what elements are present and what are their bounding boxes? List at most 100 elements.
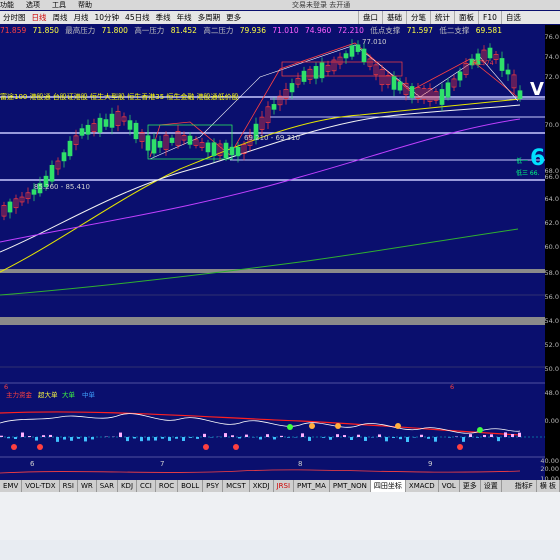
period-daily[interactable]: 日线 [29,12,50,23]
candle-body [187,135,193,145]
tab-more[interactable]: 更多 [460,480,481,492]
indicator-bar [175,437,178,439]
tab-indicator-f[interactable]: 指标F [512,480,537,492]
tab-mcst[interactable]: MCST [223,480,250,492]
indicator-bar [140,437,143,442]
indicator-bar [154,437,157,441]
indicator-bar [77,437,80,439]
tab-psy[interactable]: PSY [203,480,224,492]
y-tick: 56.0 [544,293,559,301]
period-year[interactable]: 年线 [174,12,195,23]
candle-body [103,119,109,127]
tool-watchlist[interactable]: 自选 [500,11,525,24]
tab-vol-tdx[interactable]: VOL-TDX [22,480,60,492]
tab-pmt-non[interactable]: PMT_NON [330,480,371,492]
tab-emv[interactable]: EMV [0,480,23,492]
trade-status[interactable]: 交易未登录 去开通 [292,0,350,10]
ind-red-line [0,411,521,436]
tab-rsi[interactable]: RSI [60,480,78,492]
period-45day[interactable]: 45日线 [122,12,153,23]
indicator-bar [399,437,402,440]
tool-stats[interactable]: 统计 [430,11,454,24]
tab-jrsi[interactable]: JRSI [274,480,295,492]
info-label-2: 高一压力 [134,26,165,35]
indicator-bar [21,432,24,437]
signal-marker [395,423,401,429]
indicator-bar [511,434,514,437]
kline-chart[interactable]: 富途100 港股通 台股证港股 恒生大型股 恒生香港35 恒生金融 港股通低价股… [0,37,545,480]
candle-body [109,113,115,128]
tab-boll[interactable]: BOLL [178,480,204,492]
tab-sar[interactable]: SAR [97,480,118,492]
price-info-line: 71.859 71.850 最高压力 71.800 高一压力 81.452 高二… [0,25,545,37]
period-10min[interactable]: 10分钟 [92,12,123,23]
period-multi[interactable]: 多周期 [195,12,224,23]
indicator-bar [280,435,283,437]
indicator-bar [91,437,94,440]
level-band-2 [0,317,545,325]
indicator-bar [147,437,150,441]
tab-kdj[interactable]: KDJ [118,480,138,492]
indicator-bar [7,437,10,439]
candle-body [235,146,241,157]
indicator-bar [224,433,227,437]
period-monthly[interactable]: 月线 [71,12,92,23]
menu-item-help[interactable]: 帮助 [78,0,92,10]
indicator-bar [420,434,423,437]
tool-quote-panel[interactable]: 盘口 [358,11,382,24]
indicator-bar [301,433,304,437]
tool-ticks[interactable]: 分笔 [406,11,430,24]
tool-panel[interactable]: 面板 [454,11,478,24]
tab-roc[interactable]: ROC [156,480,179,492]
indicator-bar [133,437,136,439]
indicator-bar [357,434,360,437]
label-low1: 低一 [516,157,528,165]
indicator-bar [28,436,31,437]
period-quarter[interactable]: 季线 [153,12,174,23]
tab-four-field[interactable]: 四田坐标 [370,480,406,492]
period-more[interactable]: 更多 [223,12,244,23]
tool-basic[interactable]: 基础 [382,11,406,24]
indicator-bar [161,437,164,439]
indicator-bar [518,432,521,437]
tab-vol[interactable]: VOL [439,480,460,492]
menu-item-tools[interactable]: 工具 [52,0,66,10]
v-mark: V [530,79,544,100]
indicator-bar [350,437,353,440]
candle-body [457,71,463,81]
legend-main: 主力资金 [6,390,33,399]
info-price-1: 71.859 [0,26,27,35]
date-tick-7: 7 [160,460,164,468]
ma-green [0,228,519,296]
candle-body [79,128,85,136]
candle-body [301,70,307,82]
signal-marker [335,423,341,429]
menu-item-options[interactable]: 选项 [26,0,40,10]
signal-marker [457,444,463,450]
tab-settings[interactable]: 设置 [481,480,502,492]
tab-xmacd[interactable]: XMACD [406,480,439,492]
indicator-bar [343,435,346,437]
indicator-bar [322,437,325,438]
period-weekly[interactable]: 周线 [50,12,71,23]
tab-pmt-ma[interactable]: PMT_MA [294,480,330,492]
info-price-6: 71.010 [272,26,299,35]
candle-body [7,201,13,213]
candle-body [157,141,163,148]
candle-body [343,53,349,59]
ind-tick: 40.00 [540,457,559,465]
menu-item-function[interactable]: 功能 [0,0,14,10]
signal-marker [309,423,315,429]
candle-body [151,139,157,154]
tab-cci[interactable]: CCI [137,480,156,492]
indicator-bar [462,437,465,442]
y-tick: 54.0 [544,317,559,325]
tab-xkdj[interactable]: XKDJ [250,480,274,492]
candle-body [445,82,451,98]
period-intraday[interactable]: 分时图 [0,12,29,23]
tab-wr[interactable]: WR [78,480,97,492]
tab-horizontal[interactable]: 横 板 [537,480,560,492]
signal-marker [233,444,239,450]
tool-f10[interactable]: F10 [478,11,501,24]
date-axis: 6 7 8 9 [30,460,432,468]
